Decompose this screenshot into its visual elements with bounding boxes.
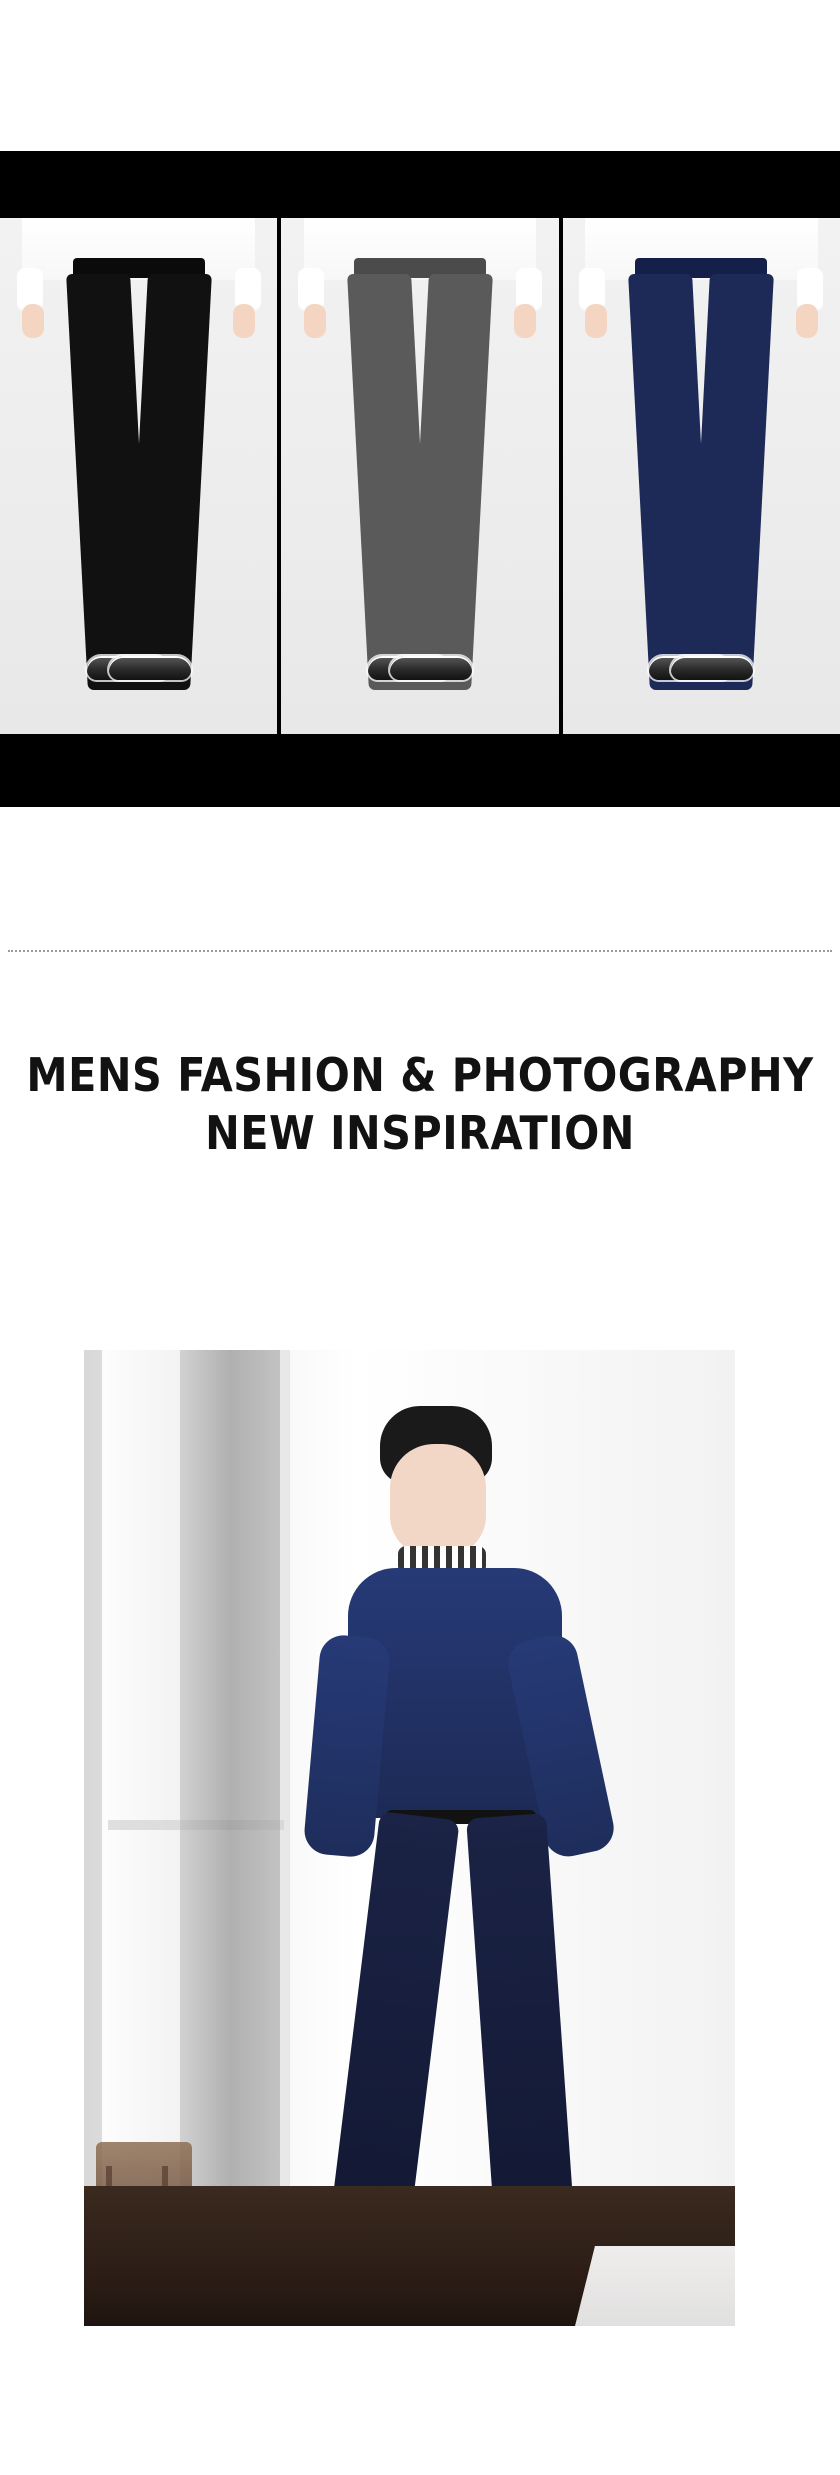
product-card-navy — [562, 218, 840, 734]
headline-line-1: MENS FASHION & PHOTOGRAPHY — [26, 1048, 814, 1102]
floor-light — [575, 2246, 735, 2326]
pants-leg-right — [407, 274, 493, 690]
shoe-right — [671, 656, 754, 680]
product-card-black — [0, 218, 278, 734]
hand-left — [584, 304, 607, 338]
pants — [621, 258, 781, 690]
headline-line-2: NEW INSPIRATION — [205, 1105, 635, 1160]
pants — [59, 258, 219, 690]
hand-right — [233, 304, 256, 338]
hand-left — [22, 304, 45, 338]
headline: MENS FASHION & PHOTOGRAPHY NEW INSPIRATI… — [0, 1048, 840, 1160]
pants-leg-right — [125, 274, 212, 690]
shoe-right — [389, 656, 472, 680]
curtain — [180, 1350, 280, 2326]
model-face — [390, 1444, 486, 1556]
product-card-gray — [281, 218, 559, 734]
pants — [340, 258, 500, 690]
editorial-photo — [84, 1350, 735, 2326]
shoe-right — [108, 656, 191, 680]
product-strip — [0, 218, 840, 734]
hand-right — [795, 304, 818, 338]
pants-leg-right — [688, 274, 775, 690]
dotted-divider — [8, 950, 832, 952]
model — [302, 1406, 619, 2306]
hand-left — [303, 304, 326, 338]
hand-right — [514, 304, 537, 338]
